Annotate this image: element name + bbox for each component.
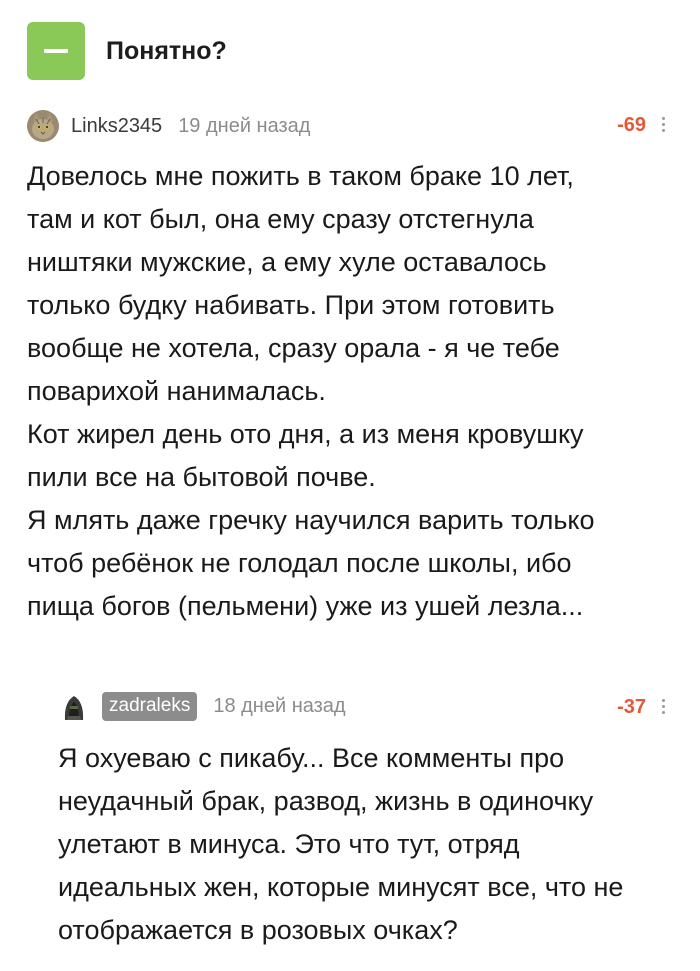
comment-line: чтоб ребёнок не голодал после школы, ибо: [27, 548, 572, 578]
collapse-button[interactable]: [27, 22, 85, 80]
comment-line: улетают в минуса. Это что тут, отряд: [58, 829, 520, 859]
post-title[interactable]: Понятно?: [106, 37, 227, 66]
comment-line: неудачный брак, развод, жизнь в одиночку: [58, 786, 594, 816]
comment-author[interactable]: Links2345: [71, 115, 162, 138]
comment-line: только будку набивать. При этом готовить: [27, 290, 555, 320]
comment-time[interactable]: 18 дней назад: [213, 695, 345, 718]
comment-line: пили все на бытовой почве.: [27, 462, 376, 492]
comment-body: Я охуеваю с пикабу... Все комменты про н…: [58, 737, 623, 952]
comment-line: Довелось мне пожить в таком браке 10 лет…: [27, 161, 574, 191]
comment-meta: zadraleks 18 дней назад: [58, 688, 346, 724]
comment-line: вообще не хотела, сразу орала - я че теб…: [27, 333, 560, 363]
avatar[interactable]: [58, 690, 90, 722]
comment-rating[interactable]: -69: [617, 114, 646, 137]
more-vertical-icon[interactable]: [662, 699, 666, 714]
comment-line: пища богов (пельмени) уже из ушей лезла.…: [27, 591, 584, 621]
comment-author[interactable]: zadraleks: [102, 691, 198, 721]
hooded-figure-avatar-image: [58, 690, 90, 722]
avatar[interactable]: [27, 110, 59, 142]
comment-body: Довелось мне пожить в таком браке 10 лет…: [27, 155, 595, 628]
minus-icon: [44, 49, 68, 53]
comment-line: ништяки мужские, а ему хуле оставалось: [27, 247, 547, 277]
comment-line: Кот жирел день ото дня, а из меня кровуш…: [27, 419, 584, 449]
post-header: Понятно?: [27, 22, 227, 80]
comment-meta: Links2345 19 дней назад: [27, 108, 310, 144]
comment-time[interactable]: 19 дней назад: [178, 115, 310, 138]
comment-line: идеальных жен, которые минусят все, что …: [58, 872, 624, 902]
comment-line: поварихой нанималась.: [27, 376, 326, 406]
comment-line: там и кот был, она ему сразу отстегнула: [27, 204, 534, 234]
cat-avatar-image: [27, 110, 59, 142]
comment-line: отображается в розовых очках?: [58, 915, 458, 945]
comment-line: Я охуеваю с пикабу... Все комменты про: [58, 743, 565, 773]
more-vertical-icon[interactable]: [662, 117, 666, 132]
comment-rating[interactable]: -37: [617, 696, 646, 719]
comment-line: Я млять даже гречку научился варить толь…: [27, 505, 595, 535]
